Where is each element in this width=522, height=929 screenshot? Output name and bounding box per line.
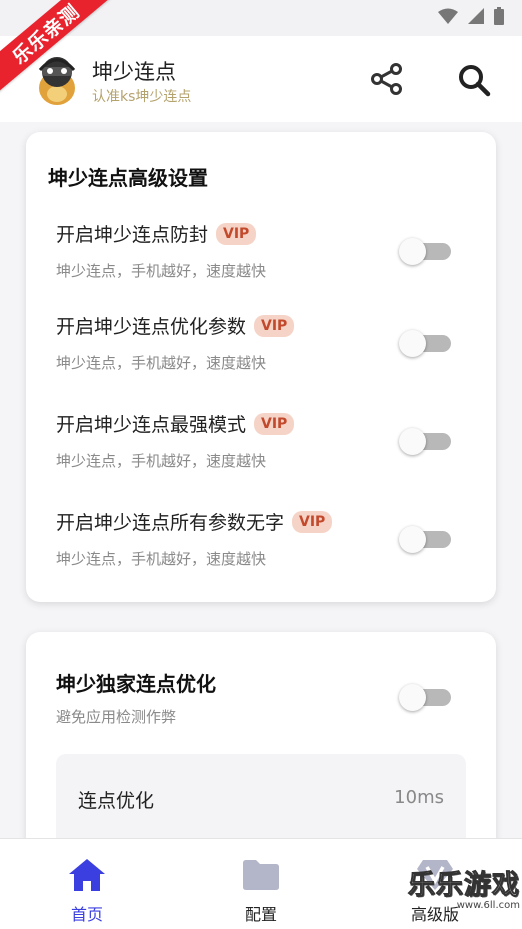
app-header: 坤少连点 认准ks坤少连点 <box>0 36 522 122</box>
setting-subtitle: 坤少连点，手机越好，速度越快 <box>56 452 267 470</box>
app-logo <box>34 52 80 106</box>
signal-icon <box>468 8 484 24</box>
app-subtitle: 认准ks坤少连点 <box>92 89 192 105</box>
toggle-optimize-params[interactable] <box>399 330 451 357</box>
folder-icon <box>243 860 279 890</box>
share-button[interactable] <box>368 60 406 98</box>
setting-row-anti-ban: 开启坤少连点防封 VIP 坤少连点，手机越好，速度越快 <box>26 220 496 300</box>
vip-badge: VIP <box>254 314 295 337</box>
search-button[interactable] <box>454 60 494 100</box>
nav-home-label: 首页 <box>70 905 103 924</box>
card-title: 坤少独家连点优化 <box>56 672 216 696</box>
toggle-no-text[interactable] <box>399 526 451 553</box>
app-title: 坤少连点 <box>92 60 176 84</box>
setting-row-optimize-params: 开启坤少连点优化参数 VIP 坤少连点，手机越好，速度越快 <box>26 312 496 392</box>
setting-title: 开启坤少连点最强模式 <box>56 414 247 436</box>
search-icon <box>459 65 491 97</box>
watermark-logo: 乐乐游戏 www.6ll.com <box>408 863 521 923</box>
watermark-url: www.6ll.com <box>456 900 520 911</box>
option-value: 10ms <box>394 787 444 808</box>
card-title: 坤少连点高级设置 <box>48 166 208 190</box>
toggle-exclusive-optimization[interactable] <box>399 684 451 711</box>
toggle-strongest-mode[interactable] <box>399 428 451 455</box>
option-label: 连点优化 <box>78 790 155 812</box>
nav-home[interactable]: 首页 <box>37 855 137 925</box>
vip-badge: VIP <box>292 510 333 533</box>
watermark-text: 乐乐游戏 <box>408 870 520 902</box>
setting-row-strongest-mode: 开启坤少连点最强模式 VIP 坤少连点，手机越好，速度越快 <box>26 410 496 490</box>
setting-row-no-text: 开启坤少连点所有参数无字 VIP 坤少连点，手机越好，速度越快 <box>26 508 496 588</box>
exclusive-optimization-card: 坤少独家连点优化 避免应用检测作弊 连点优化 10ms <box>26 632 496 854</box>
nav-config[interactable]: 配置 <box>211 855 311 925</box>
advanced-settings-card: 坤少连点高级设置 开启坤少连点防封 VIP 坤少连点，手机越好，速度越快 开启坤… <box>26 132 496 602</box>
vip-badge: VIP <box>216 222 257 245</box>
setting-subtitle: 坤少连点，手机越好，速度越快 <box>56 262 267 280</box>
setting-subtitle: 坤少连点，手机越好，速度越快 <box>56 354 267 372</box>
battery-icon <box>494 7 504 25</box>
setting-title: 开启坤少连点优化参数 <box>56 316 247 338</box>
toggle-anti-ban[interactable] <box>399 238 451 265</box>
card-subtitle: 避免应用检测作弊 <box>56 708 177 726</box>
wifi-icon <box>438 8 458 24</box>
vip-badge: VIP <box>254 412 295 435</box>
home-icon <box>69 859 105 891</box>
nav-config-label: 配置 <box>244 905 277 924</box>
setting-title: 开启坤少连点所有参数无字 <box>56 512 285 534</box>
share-icon <box>371 63 402 95</box>
setting-subtitle: 坤少连点，手机越好，速度越快 <box>56 550 267 568</box>
setting-title: 开启坤少连点防封 <box>56 224 209 246</box>
